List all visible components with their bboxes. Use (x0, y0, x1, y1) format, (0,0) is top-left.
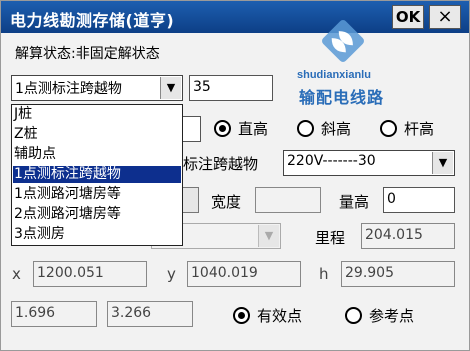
dropdown-option-selected[interactable]: 1点测标注跨越物 (13, 166, 181, 183)
h-coordinate-input[interactable]: 29.905 (341, 261, 455, 287)
mileage-input[interactable]: 204.015 (361, 223, 455, 249)
x-coordinate-input[interactable]: 1200.051 (33, 261, 147, 287)
radio-checked-icon (214, 120, 231, 137)
app-window: 电力线勘测存储(道亨) OK × shudianxianlu 输配电线路 解算状… (0, 0, 470, 351)
radio-label: 斜高 (321, 120, 352, 138)
point-number-input[interactable]: 35 (189, 75, 273, 101)
radio-unchecked-icon (345, 307, 362, 324)
close-button[interactable]: × (429, 5, 461, 29)
dropdown-option[interactable]: 辅助点 (13, 146, 181, 163)
mileage-label: 里程 (315, 229, 346, 247)
y-coordinate-input[interactable]: 1040.019 (187, 261, 301, 287)
h-label: h (319, 265, 329, 283)
radio-unchecked-icon (297, 120, 314, 137)
point-type-select[interactable]: 1点测标注跨越物 ▼ (11, 75, 183, 101)
watermark-latin-text: shudianxianlu (297, 69, 371, 81)
y-label: y (167, 265, 176, 283)
window-title: 电力线勘测存储(道亨) (10, 11, 175, 30)
measure-height-input[interactable]: 0 (383, 187, 455, 213)
point-type-value: 1点测标注跨越物 (15, 81, 122, 97)
chevron-down-icon[interactable]: ▼ (160, 77, 181, 99)
radio-label: 有效点 (257, 307, 303, 325)
radio-unchecked-icon (380, 120, 397, 137)
value1-input[interactable]: 1.696 (11, 301, 97, 327)
crossing-select[interactable]: 220V-------30 ▼ (283, 150, 455, 176)
crossing-label: 标注跨越物 (183, 155, 259, 173)
dropdown-option[interactable]: 1点测路河塘房等 (13, 186, 181, 203)
dropdown-option[interactable]: Z桩 (13, 126, 181, 143)
radio-valid-point[interactable]: 有效点 (233, 305, 302, 326)
chevron-down-icon[interactable]: ▼ (432, 152, 453, 174)
width-input[interactable] (255, 187, 321, 213)
watermark-chinese-text: 输配电线路 (299, 88, 385, 107)
radio-pole-height[interactable]: 杆高 (380, 118, 434, 139)
value2-input[interactable]: 3.266 (107, 301, 193, 327)
width-label: 宽度 (211, 193, 242, 211)
chevron-down-icon[interactable]: ▼ (258, 225, 279, 247)
dropdown-option[interactable]: 2点测路河塘房等 (13, 206, 181, 223)
solution-status: 解算状态:非固定解状态 (15, 46, 160, 62)
radio-label: 杆高 (404, 120, 435, 138)
radio-reference-point[interactable]: 参考点 (345, 305, 414, 326)
point-type-dropdown-list[interactable]: J桩 Z桩 辅助点 1点测标注跨越物 1点测路河塘房等 2点测路河塘房等 3点测… (11, 104, 183, 246)
radio-checked-icon (233, 307, 250, 324)
x-label: x (12, 265, 21, 283)
measure-height-label: 量高 (339, 193, 370, 211)
radio-slant-height[interactable]: 斜高 (297, 118, 351, 139)
dropdown-option[interactable]: 3点测房 (13, 226, 181, 243)
crossing-value: 220V-------30 (287, 153, 376, 169)
radio-label: 参考点 (369, 307, 415, 325)
radio-label: 直高 (238, 120, 269, 138)
radio-direct-height[interactable]: 直高 (214, 118, 268, 139)
dropdown-option[interactable]: J桩 (13, 106, 181, 123)
